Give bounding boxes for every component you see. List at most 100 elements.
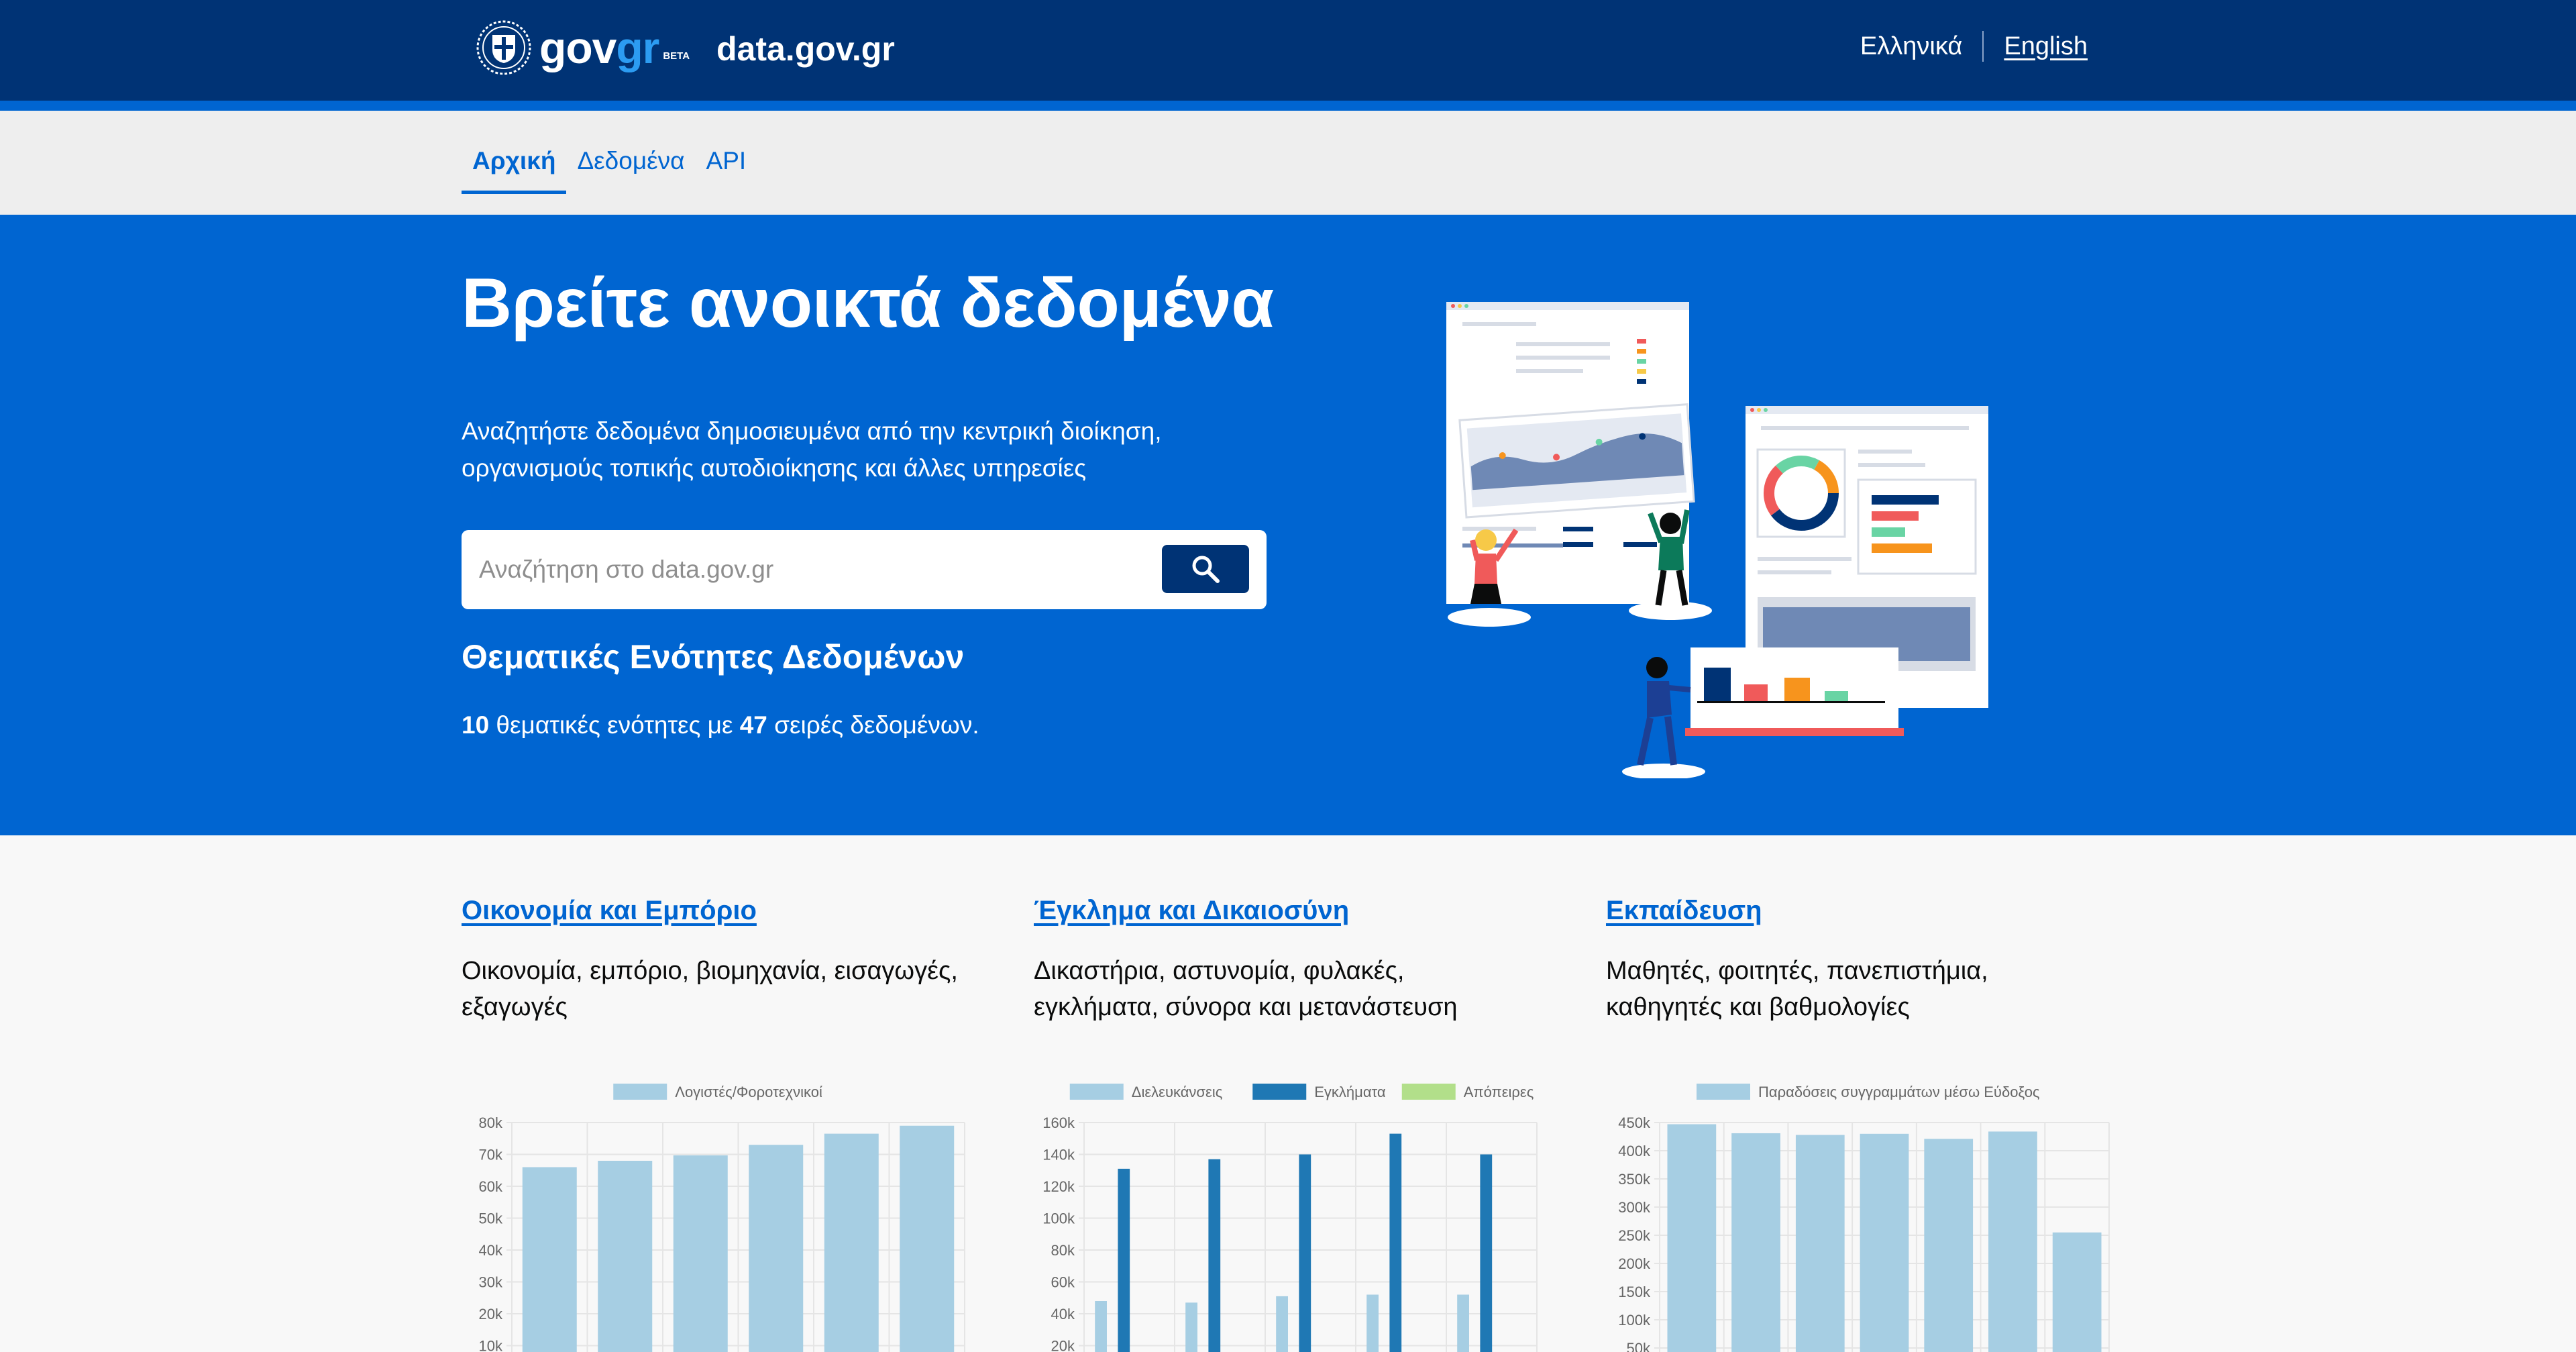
y-tick-label: 250k	[1618, 1227, 1651, 1244]
chart-bar[interactable]	[1731, 1133, 1780, 1352]
header-stripe	[0, 101, 2576, 111]
y-tick-label: 100k	[1618, 1312, 1651, 1329]
chart-bar[interactable]	[1366, 1295, 1379, 1352]
chart-bar[interactable]	[1208, 1159, 1220, 1352]
lang-divider	[1982, 31, 1984, 62]
chart-bar[interactable]	[2053, 1233, 2102, 1352]
legend-label: Παραδόσεις συγγραμμάτων μέσω Εύδοξος	[1758, 1084, 2040, 1100]
topic-chart-education: Παραδόσεις συγγραμμάτων μέσω Εύδοξος 450k…	[1606, 1070, 2123, 1352]
chart-education-svg: Παραδόσεις συγγραμμάτων μέσω Εύδοξος 450k…	[1606, 1070, 2123, 1352]
language-switcher: Ελληνικά English	[1860, 31, 2088, 62]
hero-description: Αναζητήστε δεδομένα δημοσιευμένα από την…	[462, 413, 1267, 486]
beta-badge: BETA	[663, 50, 690, 62]
hero-illustration	[1422, 295, 2012, 778]
logo-wordmark: govgr	[539, 22, 659, 73]
y-tick-label: 40k	[1051, 1306, 1075, 1322]
chart-bar[interactable]	[1457, 1295, 1469, 1352]
chart-bar[interactable]	[674, 1155, 728, 1352]
topic-card-economy: Οικονομία και Εμπόριο Οικονομία, εμπόριο…	[462, 896, 978, 1025]
chart-bar[interactable]	[1988, 1131, 2037, 1352]
chart-bar[interactable]	[1860, 1134, 1909, 1352]
y-tick-label: 70k	[479, 1147, 503, 1163]
y-tick-label: 60k	[1051, 1274, 1075, 1291]
page-title: Βρείτε ανοικτά δεδομένα	[462, 264, 1274, 344]
y-tick-label: 400k	[1618, 1143, 1651, 1159]
topic-chart-economy: Λογιστές/Φοροτεχνικοί80k70k60k50k40k30k2…	[462, 1070, 978, 1352]
chart-legend: Λογιστές/Φοροτεχνικοί	[613, 1084, 822, 1100]
legend-label: Λογιστές/Φοροτεχνικοί	[675, 1084, 822, 1100]
chart-bar[interactable]	[1924, 1139, 1973, 1352]
chart-bar[interactable]	[749, 1145, 803, 1352]
y-tick-label: 50k	[479, 1210, 503, 1227]
chart-bar[interactable]	[1095, 1301, 1107, 1352]
site-name[interactable]: data.gov.gr	[716, 30, 895, 68]
topic-link-education[interactable]: Εκπαίδευση	[1606, 896, 1762, 926]
y-tick-label: 160k	[1042, 1114, 1075, 1131]
main-nav: Αρχική Δεδομένα API	[0, 111, 2576, 215]
nav-item-data[interactable]: Δεδομένα	[566, 111, 695, 194]
y-tick-label: 10k	[479, 1338, 503, 1352]
topic-card-education: Εκπαίδευση Μαθητές, φοιτητές, πανεπιστήμ…	[1606, 896, 2123, 1025]
chart-bar[interactable]	[1276, 1296, 1288, 1352]
chart-bar[interactable]	[824, 1134, 879, 1352]
topic-description: Μαθητές, φοιτητές, πανεπιστήμια,καθηγητέ…	[1606, 953, 2123, 1025]
y-tick-label: 20k	[1051, 1338, 1075, 1352]
chart-legend: Διελευκάνσεις Εγκλήματα Απόπειρες	[1070, 1084, 1534, 1100]
y-tick-label: 100k	[1042, 1210, 1075, 1227]
topic-link-economy[interactable]: Οικονομία και Εμπόριο	[462, 896, 757, 926]
y-tick-label: 20k	[479, 1306, 503, 1322]
hero-section: Βρείτε ανοικτά δεδομένα Αναζητήστε δεδομ…	[0, 215, 2576, 835]
series-count: 47	[740, 711, 767, 739]
legend-swatch	[613, 1084, 667, 1100]
legend-label: Εγκλήματα	[1314, 1084, 1386, 1100]
chart-bar[interactable]	[523, 1167, 577, 1352]
chart-bar[interactable]	[1796, 1135, 1845, 1352]
y-tick-label: 140k	[1042, 1147, 1075, 1163]
legend-swatch	[1070, 1084, 1124, 1100]
topic-card-crime: Έγκλημα και Δικαιοσύνη Δικαστήρια, αστυν…	[1034, 896, 1550, 1025]
y-tick-label: 150k	[1618, 1284, 1651, 1300]
search-box	[462, 530, 1267, 609]
chart-legend: Παραδόσεις συγγραμμάτων μέσω Εύδοξος	[1697, 1084, 2040, 1100]
topics-title: Θεματικές Ενότητες Δεδομένων	[462, 637, 964, 676]
topics-count: 10	[462, 711, 489, 739]
lang-english-link[interactable]: English	[2004, 32, 2088, 61]
legend-label: Διελευκάνσεις	[1132, 1084, 1223, 1100]
chart-bar[interactable]	[1118, 1169, 1130, 1352]
legend-label: Απόπειρες	[1464, 1084, 1534, 1100]
chart-bar[interactable]	[1185, 1302, 1197, 1352]
chart-bar[interactable]	[900, 1126, 954, 1352]
legend-swatch	[1697, 1084, 1750, 1100]
legend-swatch	[1252, 1084, 1306, 1100]
nav-item-home[interactable]: Αρχική	[462, 111, 566, 194]
y-tick-label: 80k	[479, 1114, 503, 1131]
y-tick-label: 450k	[1618, 1114, 1651, 1131]
chart-crime-svg: Διελευκάνσεις Εγκλήματα Απόπειρες 160k 140k 1…	[1034, 1070, 1550, 1352]
greek-emblem-icon	[476, 20, 531, 75]
chart-bar[interactable]	[1389, 1134, 1401, 1352]
topic-link-crime[interactable]: Έγκλημα και Δικαιοσύνη	[1034, 896, 1349, 926]
legend-swatch	[1402, 1084, 1456, 1100]
nav-item-api[interactable]: API	[696, 111, 757, 194]
search-button[interactable]	[1162, 545, 1249, 593]
site-header: govgr BETA data.gov.gr Ελληνικά English	[0, 0, 2576, 101]
chart-bar[interactable]	[1480, 1155, 1492, 1352]
chart-economy-svg: Λογιστές/Φοροτεχνικοί80k70k60k50k40k30k2…	[462, 1070, 978, 1352]
search-input[interactable]	[479, 543, 1136, 596]
y-tick-label: 120k	[1042, 1178, 1075, 1195]
y-tick-label: 300k	[1618, 1199, 1651, 1216]
y-tick-label: 30k	[479, 1274, 503, 1291]
y-tick-label: 200k	[1618, 1255, 1651, 1272]
y-tick-label: 80k	[1051, 1242, 1075, 1259]
chart-bar[interactable]	[598, 1161, 652, 1352]
topic-description: Δικαστήρια, αστυνομία, φυλακές,εγκλήματα…	[1034, 953, 1550, 1025]
govgr-logo[interactable]: govgr BETA	[476, 19, 690, 76]
lang-greek-link[interactable]: Ελληνικά	[1860, 32, 1962, 61]
topic-chart-crime: Διελευκάνσεις Εγκλήματα Απόπειρες 160k 140k 1…	[1034, 1070, 1550, 1352]
topic-description: Οικονομία, εμπόριο, βιομηχανία, εισαγωγέ…	[462, 953, 978, 1025]
chart-bar[interactable]	[1667, 1125, 1716, 1352]
y-tick-label: 350k	[1618, 1171, 1651, 1188]
topics-summary: 10 θεματικές ενότητες με 47 σειρές δεδομ…	[462, 711, 979, 739]
chart-bar[interactable]	[1299, 1155, 1311, 1352]
search-icon	[1190, 554, 1221, 584]
